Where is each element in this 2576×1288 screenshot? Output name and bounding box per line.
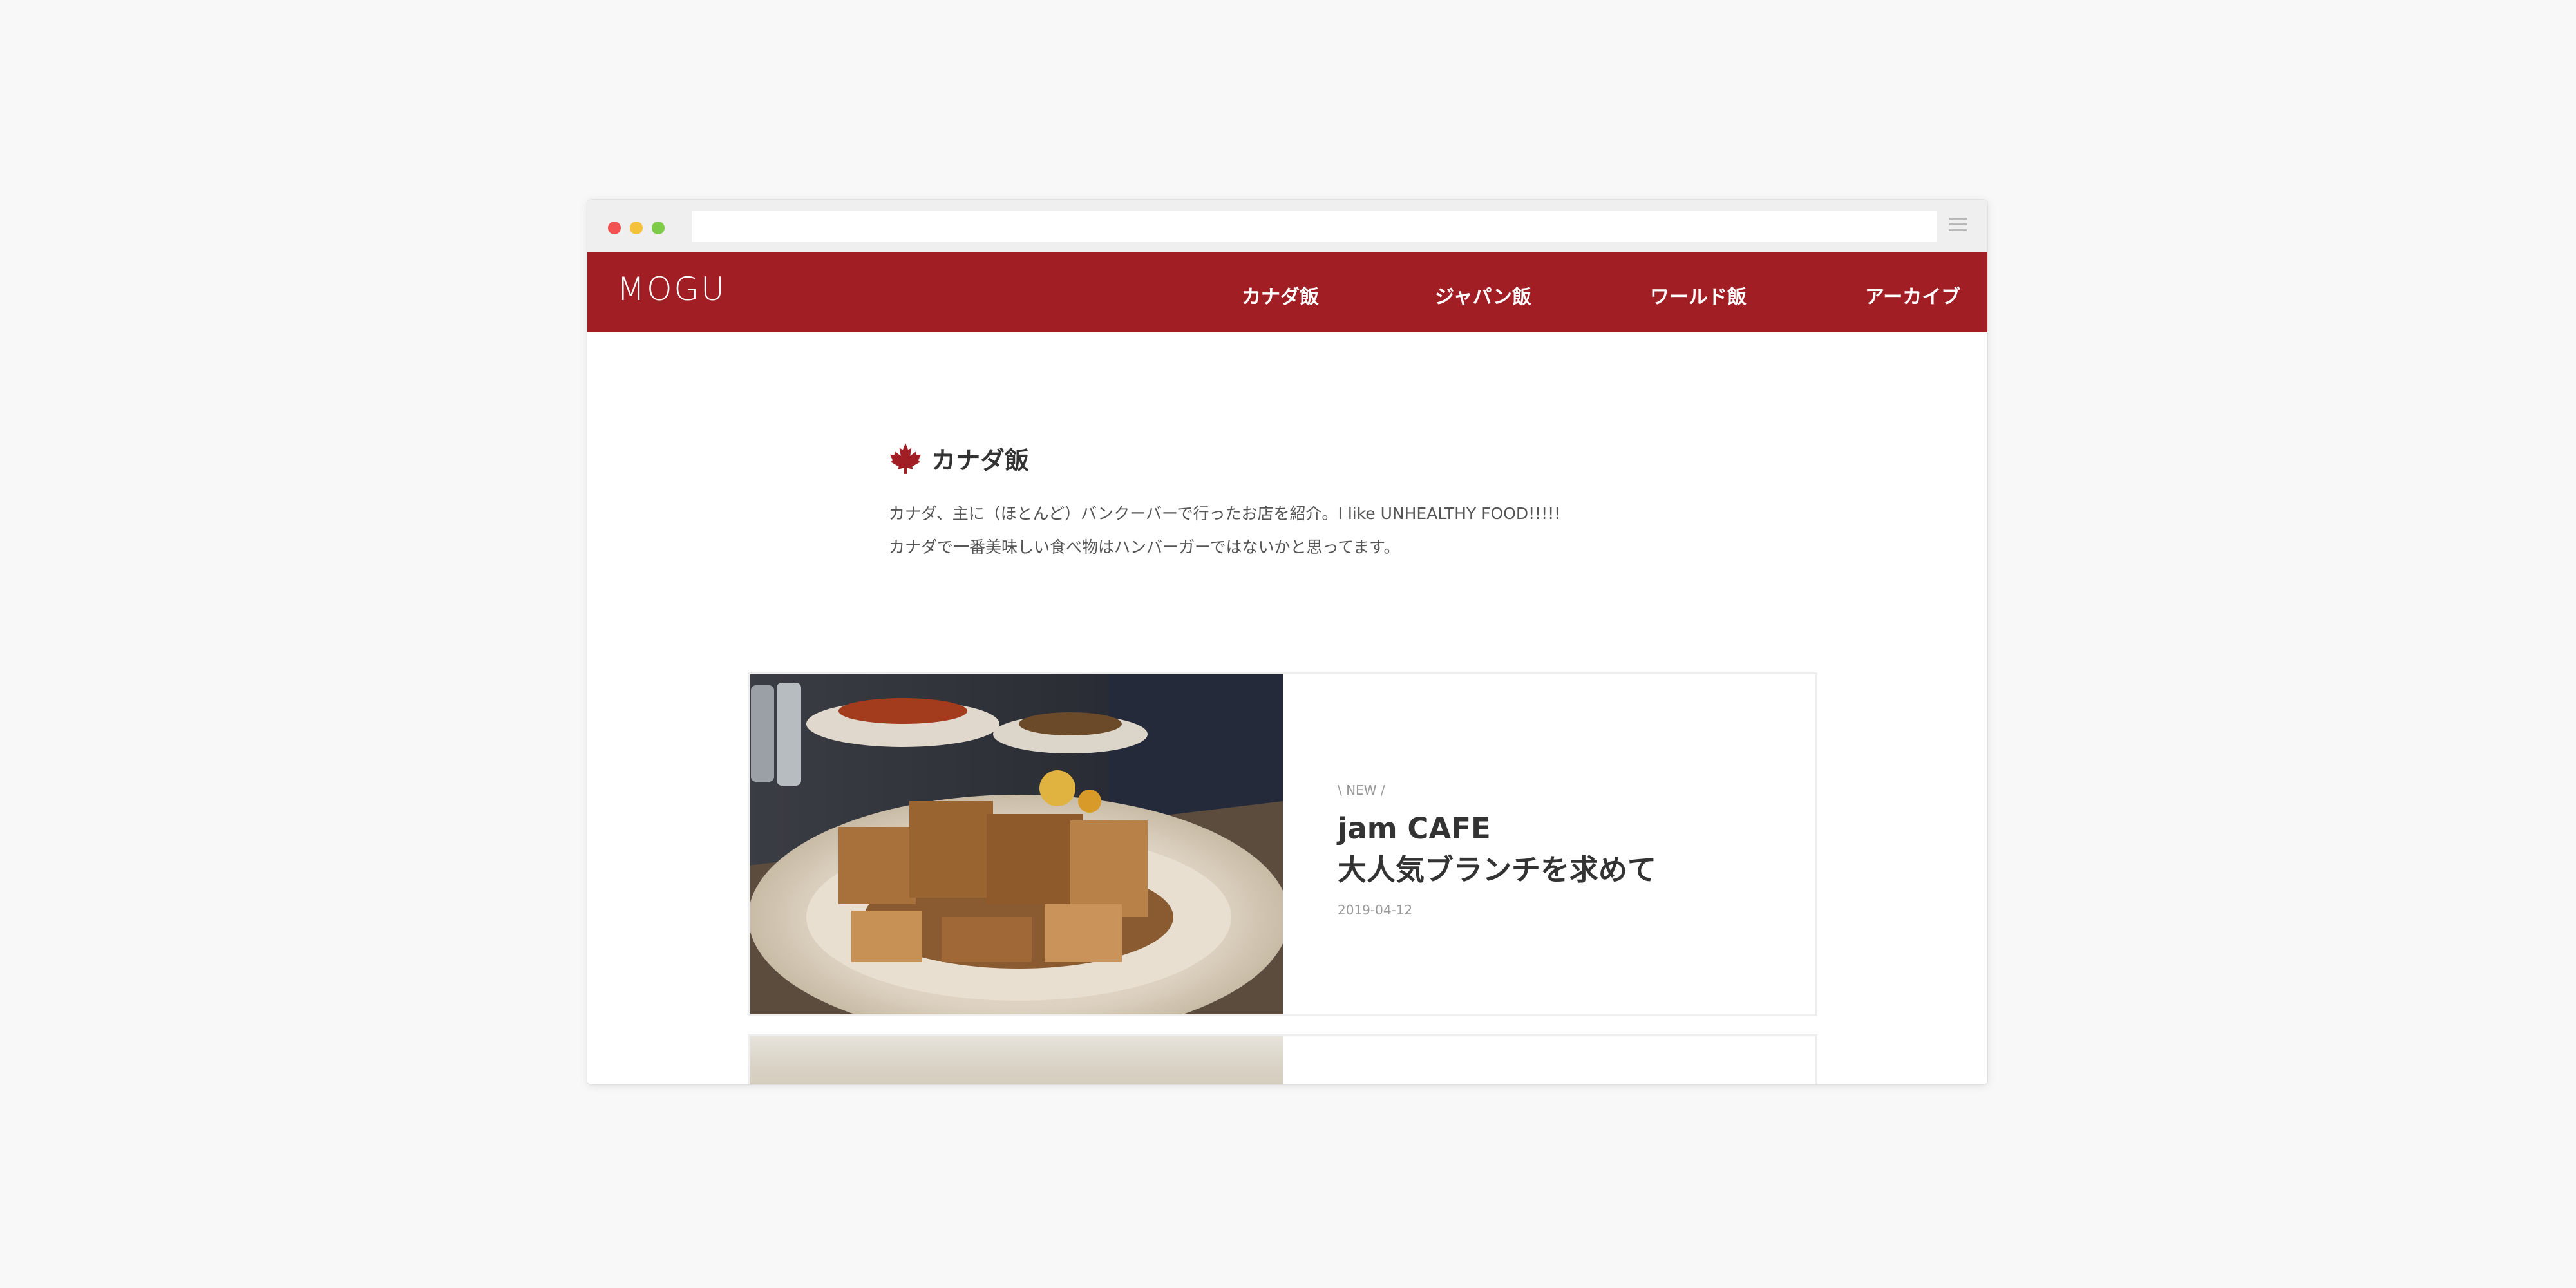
nav-item-japan[interactable]: ジャパン飯 (1435, 281, 1531, 309)
close-window-button[interactable] (608, 222, 621, 234)
new-badge: \ NEW / (1338, 782, 1385, 798)
post-title-line: jam CAFE (1338, 811, 1491, 846)
french-toast-photo[interactable] (748, 672, 1283, 1016)
nav-item-canada[interactable]: カナダ飯 (1242, 281, 1319, 309)
post-card[interactable] (748, 1034, 1817, 1084)
category-heading: カナダ飯 (889, 440, 1029, 476)
post-title-line: 大人気ブランチを求めて (1338, 853, 1657, 887)
maple-leaf-icon (890, 442, 921, 474)
site-header: MOGU カナダ飯 ジャパン飯 ワールド飯 アーカイブ (587, 252, 1987, 332)
site-logo[interactable]: MOGU (617, 270, 726, 308)
browser-window: MOGU カナダ飯 ジャパン飯 ワールド飯 アーカイブ カナダ飯 カナダ、主に（… (587, 200, 1987, 1084)
hamburger-menu-icon[interactable] (1949, 218, 1967, 234)
minimize-window-button[interactable] (630, 222, 643, 234)
food-photo[interactable] (750, 1036, 1283, 1084)
browser-toolbar (587, 200, 1987, 252)
post-title[interactable]: jam CAFE 大人気ブランチを求めて (1338, 808, 1656, 891)
maximize-window-button[interactable] (652, 222, 665, 234)
address-bar[interactable] (692, 211, 1937, 242)
nav-item-world[interactable]: ワールド飯 (1650, 281, 1747, 309)
post-date: 2019-04-12 (1338, 902, 1413, 918)
description-line: カナダで一番美味しい食べ物はハンバーガーではないかと思ってます。 (889, 538, 1400, 556)
category-title: カナダ飯 (931, 446, 1030, 475)
post-card[interactable]: \ NEW / jam CAFE 大人気ブランチを求めて 2019-04-12 (748, 672, 1817, 1016)
description-line: カナダ、主に（ほとんど）バンクーバーで行ったお店を紹介。I like UNHEA… (889, 504, 1561, 523)
category-description: カナダ、主に（ほとんど）バンクーバーで行ったお店を紹介。I like UNHEA… (889, 497, 1560, 564)
nav-item-archive[interactable]: アーカイブ (1865, 281, 1960, 309)
